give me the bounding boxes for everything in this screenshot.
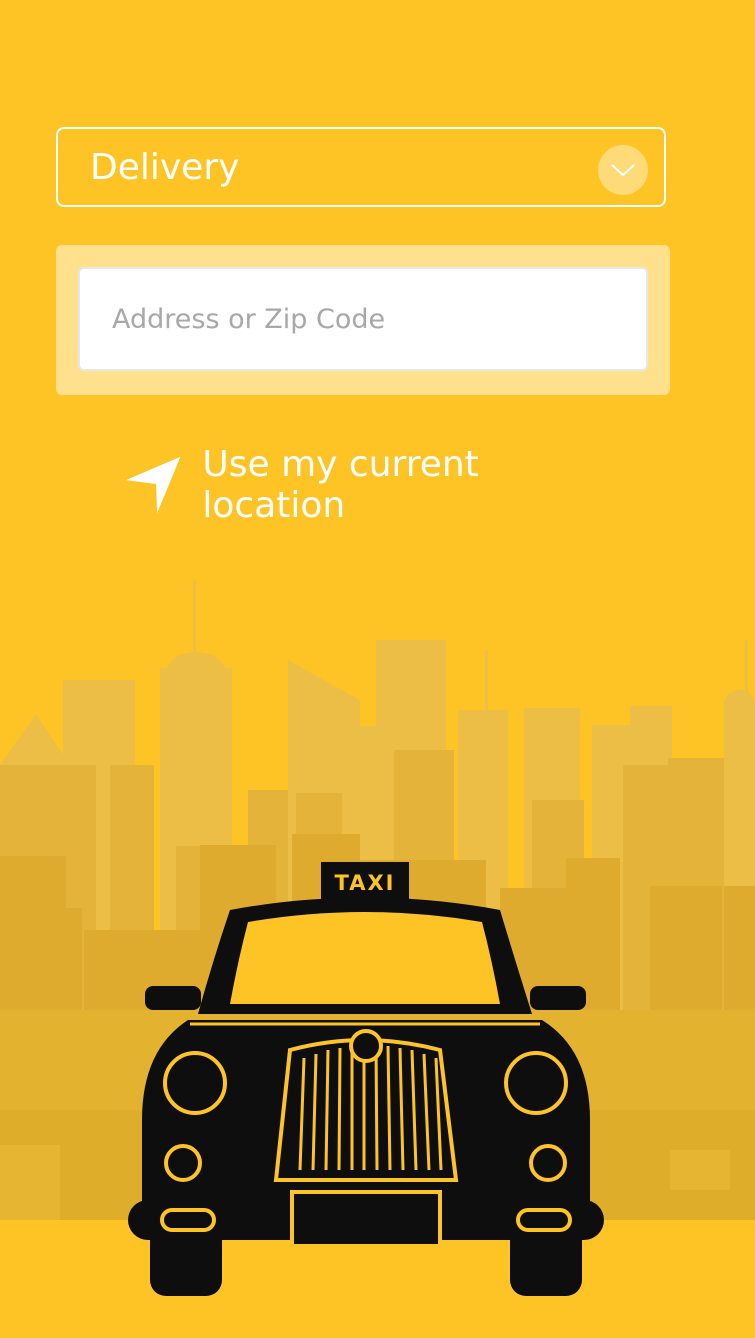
use-current-location-button[interactable]: Use my current location: [122, 444, 622, 526]
use-current-location-label: Use my current location: [202, 444, 479, 526]
screen: Delivery Use my current location: [0, 0, 755, 1338]
address-input[interactable]: [78, 267, 648, 371]
delivery-method-select[interactable]: Delivery: [56, 127, 666, 207]
chevron-down-icon[interactable]: [598, 145, 648, 195]
taxi-sign-text: TAXI: [335, 871, 396, 895]
address-field-frame: [56, 245, 670, 395]
delivery-method-label: Delivery: [90, 146, 240, 188]
location-arrow-icon: [125, 456, 181, 514]
taxi-city-illustration: TAXI: [0, 580, 755, 1338]
